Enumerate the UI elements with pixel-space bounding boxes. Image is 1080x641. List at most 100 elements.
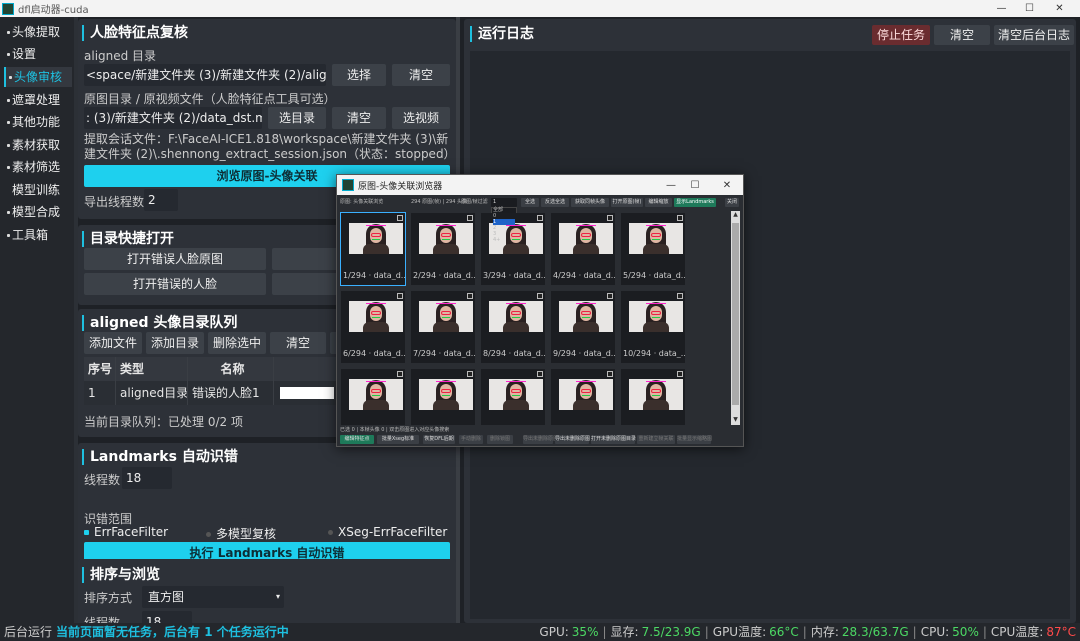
browser-bottom-button[interactable]: 重新建立帧关联 (637, 435, 675, 444)
clear-bg-log-button[interactable]: 清空后台日志 (994, 25, 1074, 45)
col-index[interactable]: 序号 (84, 357, 116, 381)
scroll-up-icon[interactable]: ▲ (731, 211, 740, 220)
face-thumbnail[interactable]: 4/294 · data_d... (551, 213, 615, 285)
thumbnail-checkbox[interactable] (467, 371, 473, 377)
landmark-overlay (436, 225, 456, 227)
thumbnail-checkbox[interactable] (607, 293, 613, 299)
face-thumbnail[interactable] (481, 369, 545, 425)
thumbnail-checkbox[interactable] (537, 293, 543, 299)
thumbnail-checkbox[interactable] (467, 293, 473, 299)
close-icon[interactable]: ✕ (715, 175, 739, 195)
sidebar-item-8[interactable]: 模型合成 (4, 202, 72, 222)
sidebar-item-7[interactable]: 模型训练 (4, 180, 72, 200)
sidebar-item-9[interactable]: 工具箱 (4, 225, 72, 245)
browser-toolbar-button[interactable]: 全选 (521, 198, 539, 207)
aligned-dir-input[interactable]: <space/新建文件夹 (3)/新建文件夹 (2)/aligned (84, 64, 326, 86)
thumbnail-checkbox[interactable] (677, 371, 683, 377)
export-threads-input[interactable]: 2 (144, 189, 178, 211)
aligned-clear-button[interactable]: 清空 (392, 64, 450, 86)
thumbnail-checkbox[interactable] (607, 371, 613, 377)
select-dir-button[interactable]: 选目录 (268, 107, 326, 129)
queue-clear-button[interactable]: 清空 (270, 332, 326, 354)
face-thumbnail[interactable]: 5/294 · data_d... (621, 213, 685, 285)
sidebar-item-2[interactable]: 头像审核 (4, 67, 72, 87)
radio-xseg-errfacefilter[interactable]: XSeg-ErrFaceFilter (328, 525, 447, 539)
add-dir-button[interactable]: 添加目录 (146, 332, 204, 354)
face-thumbnail[interactable] (621, 369, 685, 425)
maximize-icon[interactable]: ☐ (1016, 0, 1043, 17)
thumbnail-checkbox[interactable] (537, 371, 543, 377)
close-icon[interactable]: ✕ (1046, 0, 1073, 17)
select-video-button[interactable]: 选视频 (392, 107, 450, 129)
aligned-select-button[interactable]: 选择 (332, 64, 386, 86)
browser-toolbar-button[interactable]: 反选全选 (541, 198, 569, 207)
sidebar-item-4[interactable]: 其他功能 (4, 112, 72, 132)
browser-bottom-button[interactable]: 编辑特征点 (340, 435, 374, 444)
scrollbar-thumb[interactable] (732, 223, 739, 405)
radio-errfacefilter[interactable]: ErrFaceFilter (84, 525, 168, 539)
sidebar-item-3[interactable]: 遮罩处理 (4, 90, 72, 110)
browser-bottom-button[interactable]: 批量Xseg标准 (377, 435, 419, 444)
sidebar: 头像提取 设置头像审核遮罩处理 其他功能素材获取素材筛选模型训练 模型合成工具箱 (0, 17, 74, 623)
sidebar-item-1[interactable]: 设置 (4, 44, 72, 64)
face-thumbnail[interactable]: 7/294 · data_d... (411, 291, 475, 363)
sort-method-select[interactable]: 直方图 ▾ (142, 586, 284, 608)
face-thumbnail[interactable]: 6/294 · data_d... (341, 291, 405, 363)
source-input[interactable]: : (3)/新建文件夹 (2)/data_dst.mp4 (84, 107, 262, 129)
open-error-source-button[interactable]: 打开错误人脸原图 (84, 248, 266, 270)
thumbnail-checkbox[interactable] (397, 215, 403, 221)
sidebar-item-6[interactable]: 素材筛选 (4, 157, 72, 177)
col-type[interactable]: 类型 (116, 357, 188, 381)
add-file-button[interactable]: 添加文件 (84, 332, 142, 354)
col-name[interactable]: 名称 (188, 357, 274, 381)
frame-filter-select[interactable]: 1 (491, 198, 517, 207)
face-thumbnail[interactable]: 2/294 · data_d... (411, 213, 475, 285)
minimize-icon[interactable]: — (988, 0, 1015, 17)
browser-bottom-button[interactable]: 导出未删除原图 (555, 435, 590, 444)
sidebar-item-0[interactable]: 头像提取 (4, 22, 72, 42)
thumbnail-checkbox[interactable] (607, 215, 613, 221)
browser-toolbar-button[interactable]: 关闭 (725, 198, 739, 207)
maximize-icon[interactable]: ☐ (683, 175, 707, 195)
face-thumbnail[interactable]: 1/294 · data_d... (340, 212, 406, 286)
browser-toolbar-button[interactable]: 打开原图(帧) (611, 198, 643, 207)
browser-bottom-button[interactable]: 恢复DFL后期 (423, 435, 455, 444)
scroll-down-icon[interactable]: ▼ (731, 416, 740, 425)
minimize-icon[interactable]: — (659, 175, 683, 195)
app-titlebar: dfl启动器-cuda — ☐ ✕ (0, 0, 1080, 17)
thumbnail-checkbox[interactable] (397, 371, 403, 377)
thumbnail-checkbox[interactable] (677, 293, 683, 299)
landmarks-threads-input[interactable]: 18 (122, 467, 172, 489)
stop-task-button[interactable]: 停止任务 (872, 25, 930, 45)
sidebar-item-label: 素材筛选 (12, 160, 61, 174)
browser-toolbar-button[interactable]: 显示Landmarks (674, 198, 716, 207)
open-error-faces-button[interactable]: 打开错误的人脸 (84, 273, 266, 295)
face-thumbnail[interactable]: 8/294 · data_d... (481, 291, 545, 363)
delete-selected-button[interactable]: 删除选中 (208, 332, 266, 354)
thumbnail-checkbox[interactable] (397, 293, 403, 299)
log-title: 运行日志 (470, 26, 534, 42)
browser-toolbar-button[interactable]: 获取同帧头像 (571, 198, 609, 207)
face-thumbnail[interactable] (551, 369, 615, 425)
browser-toolbar-button[interactable]: 编辑缩放 (645, 198, 672, 207)
scrollbar[interactable]: ▲ ▼ (731, 211, 740, 425)
filter-option[interactable]: 4+ (493, 237, 515, 243)
face-thumbnail[interactable]: 9/294 · data_d... (551, 291, 615, 363)
bullet-icon (7, 144, 10, 147)
log-clear-button[interactable]: 清空 (934, 25, 990, 45)
browser-bottom-button[interactable]: 批量显示缩略图 (677, 435, 712, 444)
source-clear-button[interactable]: 清空 (332, 107, 386, 129)
radio-multimodel[interactable]: 多模型复核 (206, 525, 276, 542)
face-thumbnail[interactable]: 10/294 · data_... (621, 291, 685, 363)
browser-bottom-button[interactable]: 手动删除 (459, 435, 483, 444)
browser-bottom-button[interactable]: 删除锁图 (487, 435, 513, 444)
face-thumbnail[interactable] (411, 369, 475, 425)
browser-bottom-button[interactable]: 导出未删除原图 (523, 435, 558, 444)
thumbnail-checkbox[interactable] (467, 215, 473, 221)
thumbnail-checkbox[interactable] (537, 215, 543, 221)
face-thumbnail[interactable] (341, 369, 405, 425)
browser-bottom-button[interactable]: 打开未删除原图目录 (591, 435, 636, 444)
sort-threads-input[interactable]: 18 (142, 611, 192, 623)
thumbnail-checkbox[interactable] (677, 215, 683, 221)
sidebar-item-5[interactable]: 素材获取 (4, 135, 72, 155)
